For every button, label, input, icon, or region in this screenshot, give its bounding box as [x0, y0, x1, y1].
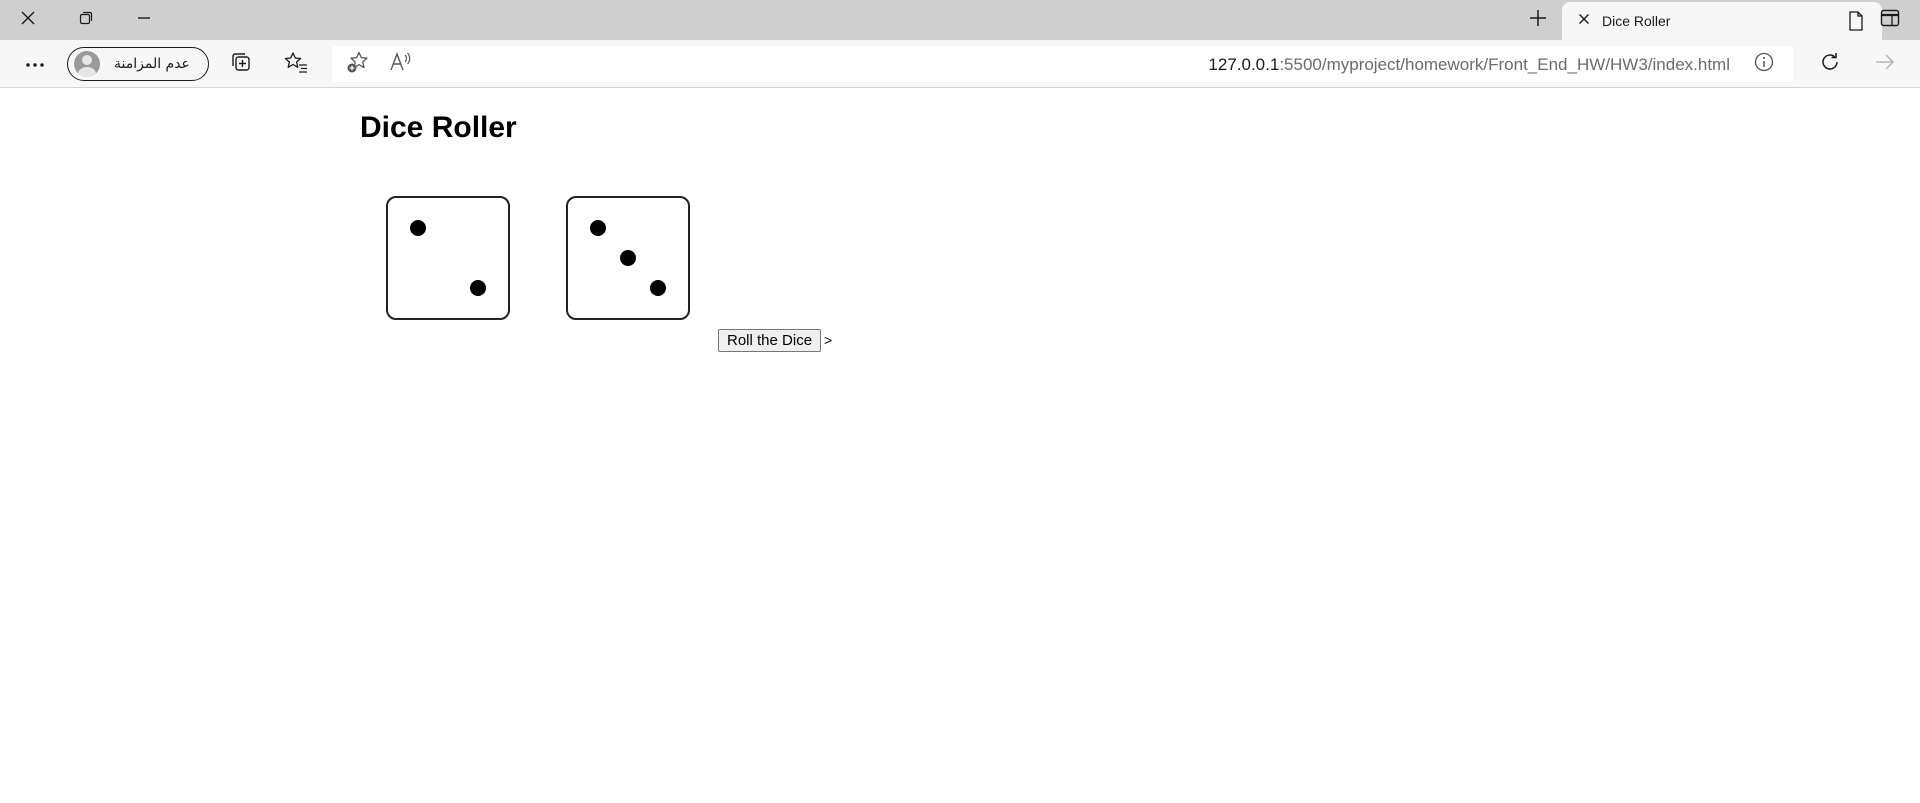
- site-info-button[interactable]: [1750, 50, 1778, 78]
- browser-tab-strip: Dice Roller: [0, 0, 1920, 40]
- url-text[interactable]: 127.0.0.1:5500/myproject/homework/Front_…: [1208, 55, 1730, 75]
- more-menu-button[interactable]: [18, 48, 52, 80]
- die-pip: [620, 250, 636, 266]
- browser-toolbar: عدم المزامنة 127.0.0.1:5500/myproject/ho…: [0, 40, 1920, 88]
- die-pip: [470, 280, 486, 296]
- restore-window-button[interactable]: [58, 0, 114, 40]
- star-add-icon: [346, 50, 370, 79]
- favorites-list-icon: [284, 51, 308, 78]
- collections-icon: [230, 51, 252, 78]
- die-1: [386, 196, 510, 320]
- die-pip: [590, 220, 606, 236]
- restore-icon: [79, 11, 93, 30]
- tab-close-button[interactable]: [1570, 7, 1598, 35]
- refresh-button[interactable]: [1813, 48, 1847, 80]
- close-window-button[interactable]: [0, 0, 56, 40]
- url-host: 127.0.0.1: [1208, 55, 1280, 74]
- read-aloud-button[interactable]: [386, 50, 414, 78]
- profile-sync-label: عدم المزامنة: [114, 56, 190, 72]
- sidebar-toggle-button[interactable]: [1864, 4, 1916, 36]
- profile-button[interactable]: عدم المزامنة: [67, 47, 209, 81]
- minimize-window-button[interactable]: [116, 0, 172, 40]
- tab-title: Dice Roller: [1602, 13, 1671, 29]
- more-icon: [25, 55, 45, 73]
- sidebar-icon: [1880, 9, 1900, 32]
- close-icon: [1578, 12, 1590, 30]
- url-path: :5500/myproject/homework/Front_End_HW/HW…: [1279, 55, 1730, 74]
- info-icon: [1754, 52, 1774, 77]
- page-title: Dice Roller: [360, 111, 517, 144]
- forward-button[interactable]: [1868, 48, 1902, 80]
- refresh-icon: [1819, 51, 1841, 78]
- address-bar[interactable]: 127.0.0.1:5500/myproject/homework/Front_…: [332, 46, 1794, 82]
- stray-text: >: [824, 332, 833, 348]
- roll-dice-button[interactable]: Roll the Dice: [718, 329, 822, 352]
- plus-icon: [1529, 9, 1547, 32]
- close-icon: [20, 10, 36, 31]
- die-pip: [650, 280, 666, 296]
- page-viewport: Dice Roller Roll the Dice >: [0, 89, 1920, 803]
- collections-button[interactable]: [224, 48, 258, 80]
- add-favorite-button[interactable]: [344, 50, 372, 78]
- die-2: [566, 196, 690, 320]
- read-aloud-icon: [388, 51, 412, 78]
- avatar: [74, 51, 100, 77]
- die-pip: [410, 220, 426, 236]
- minimize-icon: [137, 11, 151, 30]
- active-tab[interactable]: Dice Roller: [1562, 2, 1882, 40]
- new-tab-button[interactable]: [1512, 4, 1564, 36]
- favorites-button[interactable]: [279, 48, 313, 80]
- forward-arrow-icon: [1874, 52, 1896, 77]
